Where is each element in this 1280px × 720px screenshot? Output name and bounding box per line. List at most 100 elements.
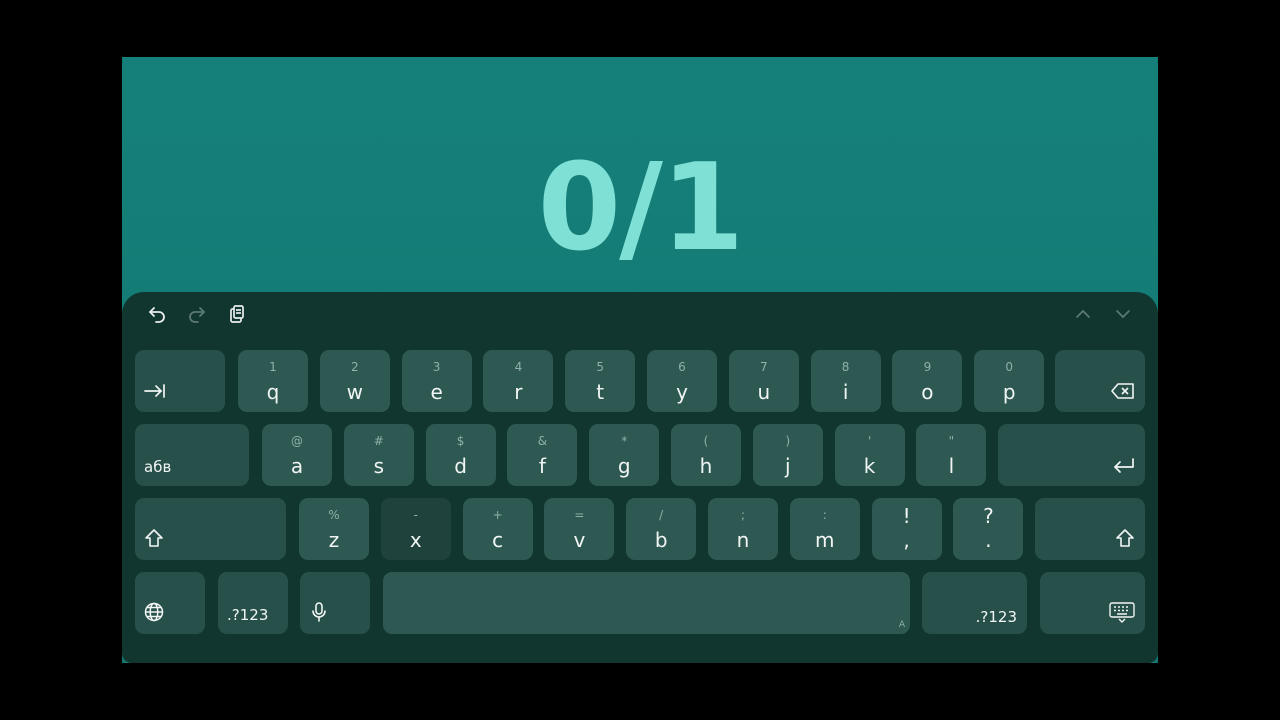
key-i[interactable]: 8i: [810, 350, 881, 412]
key-a[interactable]: @ a: [262, 424, 332, 486]
language-switch-label: абв: [144, 458, 172, 476]
chevron-up-icon[interactable]: [1071, 302, 1095, 326]
key-hint-label: /: [659, 508, 664, 522]
key-h[interactable]: (h: [671, 424, 741, 486]
symbols-key-label: .?123: [975, 608, 1017, 626]
key-u[interactable]: 7u: [728, 350, 799, 412]
key-label: a: [290, 454, 304, 478]
key-l[interactable]: " l: [916, 424, 987, 486]
key-w[interactable]: 2w: [319, 350, 390, 412]
redo-icon[interactable]: [185, 302, 209, 326]
language-switch-key[interactable]: абв: [135, 424, 249, 486]
key-label: t: [596, 380, 605, 404]
key-hint-label: +: [492, 508, 503, 522]
key-b[interactable]: / b: [626, 498, 697, 560]
hide-keyboard-key[interactable]: [1040, 572, 1145, 634]
tab-key[interactable]: [135, 350, 225, 412]
key-label: u: [757, 380, 771, 404]
key-label: p: [1002, 380, 1016, 404]
key-label: x: [409, 528, 422, 552]
enter-icon: [1112, 455, 1136, 480]
enter-key[interactable]: [998, 424, 1145, 486]
key-r[interactable]: 4r: [483, 350, 554, 412]
key-label: i: [842, 380, 849, 404]
key-label: .: [985, 528, 992, 552]
key-hint-label: !: [902, 504, 911, 528]
key-hint-label: ?: [983, 504, 994, 528]
key-k[interactable]: ' k: [834, 424, 905, 486]
key-label: c: [492, 528, 504, 552]
symbols-key-left[interactable]: .?123: [218, 572, 288, 634]
chevron-down-icon[interactable]: [1111, 302, 1135, 326]
key-o[interactable]: 9o: [892, 350, 963, 412]
microphone-key[interactable]: [300, 572, 370, 634]
key-d[interactable]: $ d: [425, 424, 496, 486]
key-e[interactable]: 3e: [401, 350, 472, 412]
key-m[interactable]: :m: [789, 498, 860, 560]
key-label: y: [676, 380, 688, 404]
key-hint-label: ): [785, 434, 791, 448]
key-period[interactable]: ?.: [953, 498, 1024, 560]
key-s[interactable]: # s: [343, 424, 414, 486]
key-label: k: [863, 454, 876, 478]
key-hint-label: 5: [596, 360, 604, 374]
key-hint-label: &: [537, 434, 548, 448]
key-label: e: [430, 380, 443, 404]
key-hint-label: 0: [1005, 360, 1013, 374]
shift-key-right[interactable]: [1035, 498, 1145, 560]
cut-off-text: [192, 57, 432, 63]
key-hint-label: ': [867, 434, 872, 448]
app-screen: 0/1 1q2w3e4r5t6y7u8i9o0p абв @ a # s $ d…: [122, 57, 1158, 663]
key-z[interactable]: % z: [299, 498, 369, 560]
key-label: ,: [903, 528, 910, 552]
key-hint-label: 6: [678, 360, 686, 374]
key-y[interactable]: 6y: [647, 350, 717, 412]
symbols-key-right[interactable]: .?123: [922, 572, 1027, 634]
key-label: b: [654, 528, 668, 552]
key-g[interactable]: * g: [589, 424, 660, 486]
key-hint-label: 9: [923, 360, 932, 374]
key-n[interactable]: ; n: [708, 498, 778, 560]
key-comma[interactable]: !,: [871, 498, 942, 560]
key-hint-label: 2: [350, 360, 359, 374]
shift-key-left[interactable]: [135, 498, 286, 560]
clipboard-icon[interactable]: [225, 302, 249, 326]
key-hint-label: :: [822, 508, 827, 522]
shift-icon: [143, 527, 165, 554]
progress-counter: 0/1: [537, 139, 745, 278]
key-c[interactable]: + c: [462, 498, 533, 560]
globe-icon: [143, 601, 165, 628]
key-hint-label: 1: [269, 360, 277, 374]
space-key[interactable]: A: [383, 572, 910, 634]
key-v[interactable]: = v: [544, 498, 615, 560]
key-hint-label: ": [948, 434, 955, 448]
key-label: s: [373, 454, 384, 478]
key-label: r: [514, 380, 523, 404]
globe-key[interactable]: [135, 572, 205, 634]
symbols-key-label: .?123: [227, 606, 269, 624]
backspace-key[interactable]: [1055, 350, 1145, 412]
key-hint-label: #: [373, 434, 384, 448]
space-corner-label: A: [898, 620, 905, 630]
key-hint-label: 7: [759, 360, 768, 374]
key-q[interactable]: 1q: [238, 350, 308, 412]
key-t[interactable]: 5t: [565, 350, 636, 412]
key-label: w: [346, 380, 363, 404]
keyboard-hide-icon: [1108, 601, 1136, 628]
key-f[interactable]: & f: [507, 424, 578, 486]
key-x[interactable]: -x: [380, 498, 451, 560]
key-hint-label: 8: [841, 360, 850, 374]
undo-icon[interactable]: [145, 302, 169, 326]
on-screen-keyboard: 1q2w3e4r5t6y7u8i9o0p абв @ a # s $ d & f * g(h) j '…: [122, 292, 1158, 663]
key-hint-label: (: [703, 434, 709, 448]
key-label: z: [328, 528, 340, 552]
key-label: l: [948, 454, 955, 478]
key-label: g: [617, 454, 631, 478]
key-label: h: [699, 454, 713, 478]
key-label: j: [785, 454, 791, 478]
key-hint-label: -: [413, 508, 418, 522]
key-label: o: [921, 380, 934, 404]
key-p[interactable]: 0p: [974, 350, 1045, 412]
key-j[interactable]: ) j: [752, 424, 823, 486]
key-label: n: [736, 528, 750, 552]
